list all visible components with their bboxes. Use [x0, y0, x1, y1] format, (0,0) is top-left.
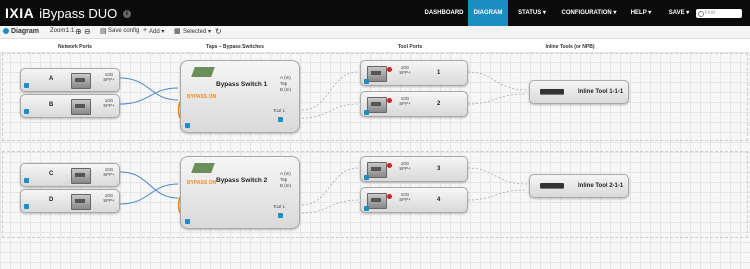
- sfp-module-icon: [367, 66, 387, 82]
- port-id: B: [49, 102, 54, 108]
- network-port-b[interactable]: B 10G SFP+: [20, 94, 120, 118]
- tool-port-3[interactable]: 10G SFP+ 3: [360, 156, 468, 182]
- port-id: 4: [437, 197, 441, 203]
- link-tool4-inline2: [467, 189, 528, 201]
- inline-tool-2[interactable]: Inline Tool 2-1-1: [529, 174, 629, 198]
- sfp-module-icon: [367, 162, 387, 178]
- port-id: 1: [437, 70, 441, 76]
- port-speed: 10G SFP+: [399, 65, 411, 75]
- switch-status-icon: [185, 219, 190, 224]
- alert-icon: [387, 163, 392, 168]
- bypass-switch-icon: [191, 163, 215, 173]
- sfp-module-icon: [71, 194, 91, 210]
- bypass-switch-2[interactable]: Bypass Switch 2 BYPASS ON A (In) Tap B (…: [180, 156, 300, 229]
- link-switch2-tool4: [301, 199, 359, 214]
- port-status-icon: [364, 206, 369, 211]
- network-port-a[interactable]: A 10G SFP+: [20, 68, 120, 92]
- port-id: 3: [437, 166, 441, 172]
- inline-tool-device-icon: [540, 89, 564, 94]
- port-status-icon: [24, 109, 29, 114]
- port-status-icon: [364, 110, 369, 115]
- bypass-state: BYPASS ON: [187, 94, 217, 100]
- sfp-module-icon: [367, 97, 387, 113]
- port-a-label: A (In): [280, 171, 291, 176]
- sfp-module-icon: [71, 73, 91, 89]
- tool-port-4[interactable]: 10G SFP+ 4: [360, 187, 468, 213]
- inline-tool-name: Inline Tool 1-1-1: [578, 89, 624, 95]
- bypass-state: BYPASS ON: [187, 180, 217, 186]
- inline-tool-name: Inline Tool 2-1-1: [578, 183, 624, 189]
- port-speed: 10G SFP+: [399, 161, 411, 171]
- link-d-switch2: [119, 183, 179, 205]
- port-speed: 10G SFP+: [103, 72, 115, 82]
- port-id: C: [49, 171, 54, 177]
- tool-port-2[interactable]: 10G SFP+ 2: [360, 91, 468, 117]
- switch-name: Bypass Switch 2: [216, 177, 268, 184]
- inline-tool-device-icon: [540, 183, 564, 188]
- port-status-icon: [364, 175, 369, 180]
- tool-label: Tool 1: [273, 108, 286, 113]
- link-tool1-inline1: [467, 71, 528, 91]
- link-tool2-inline1: [467, 93, 528, 105]
- tool-port-status-icon: [278, 213, 283, 218]
- port-speed: 10G SFP+: [399, 192, 411, 202]
- bypass-switch-1[interactable]: Bypass Switch 1 BYPASS ON A (In) Tap B (…: [180, 60, 300, 133]
- port-id: D: [49, 197, 54, 203]
- port-b-label: B (In): [280, 87, 292, 92]
- link-switch1-tool1: [301, 71, 359, 111]
- port-speed: 10G SFP+: [103, 167, 115, 177]
- tap-label: Tap: [280, 177, 288, 182]
- sfp-module-icon: [71, 168, 91, 184]
- port-speed: 10G SFP+: [399, 96, 411, 106]
- sfp-module-icon: [367, 193, 387, 209]
- port-speed: 10G SFP+: [103, 193, 115, 203]
- port-speed: 10G SFP+: [103, 98, 115, 108]
- port-b-label: B (In): [280, 183, 292, 188]
- link-switch2-tool3: [301, 167, 359, 206]
- network-port-c[interactable]: C 10G SFP+: [20, 163, 120, 187]
- alert-icon: [387, 194, 392, 199]
- link-b-switch1: [119, 87, 179, 105]
- bypass-switch-icon: [191, 67, 215, 77]
- tool-port-1[interactable]: 10G SFP+ 1: [360, 60, 468, 86]
- port-status-icon: [24, 178, 29, 183]
- tool-port-status-icon: [278, 117, 283, 122]
- switch-status-icon: [185, 123, 190, 128]
- port-id: 2: [437, 101, 441, 107]
- port-a-label: A (In): [280, 75, 291, 80]
- switch-name: Bypass Switch 1: [216, 81, 268, 88]
- network-port-d[interactable]: D 10G SFP+: [20, 189, 120, 213]
- link-switch1-tool2: [301, 103, 359, 119]
- tap-label: Tap: [280, 81, 288, 86]
- link-tool3-inline2: [467, 167, 528, 185]
- port-status-icon: [24, 204, 29, 209]
- port-status-icon: [24, 83, 29, 88]
- alert-icon: [387, 98, 392, 103]
- port-id: A: [49, 76, 54, 82]
- connection-lines: [119, 71, 528, 218]
- port-status-icon: [364, 79, 369, 84]
- tool-label: Tool 1: [273, 204, 286, 209]
- sfp-module-icon: [71, 99, 91, 115]
- inline-tool-1[interactable]: Inline Tool 1-1-1: [529, 80, 629, 104]
- alert-icon: [387, 67, 392, 72]
